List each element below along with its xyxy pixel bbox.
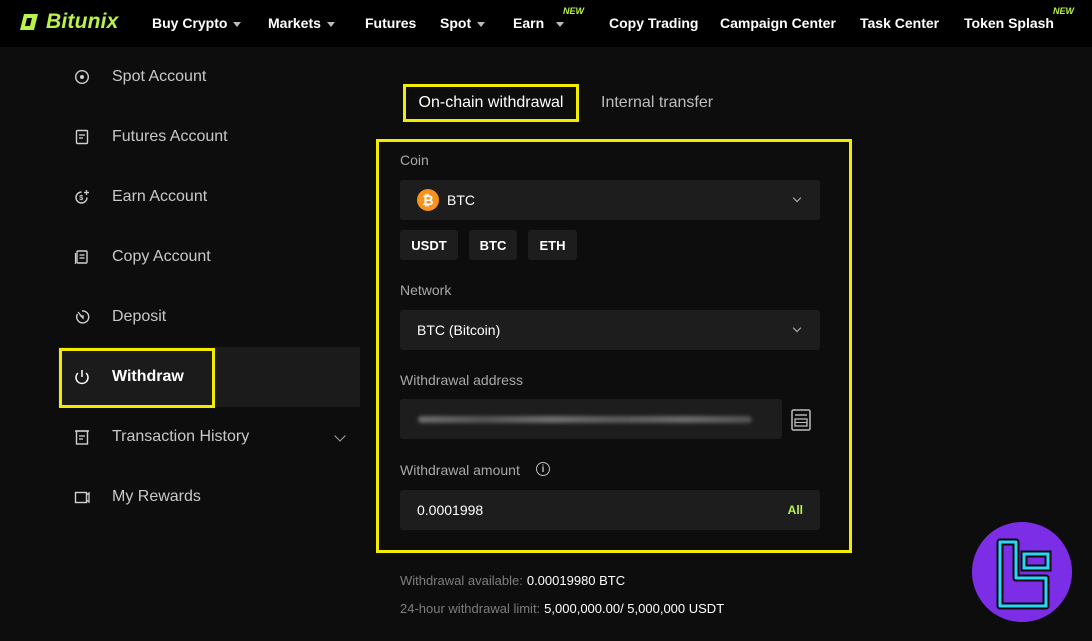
bitcoin-icon: ₿ bbox=[417, 189, 439, 211]
sidebar-item-label: Copy Account bbox=[112, 248, 211, 265]
top-navigation-bar: Bitunix Buy Crypto Markets Futures Spot … bbox=[0, 0, 1092, 47]
nav-token-splash[interactable]: Token Splash bbox=[964, 15, 1054, 31]
sidebar-item-copy-account[interactable]: Copy Account bbox=[58, 227, 360, 287]
network-select-value: BTC (Bitcoin) bbox=[417, 322, 501, 338]
quick-coin-btc[interactable]: BTC bbox=[469, 230, 517, 260]
sidebar-item-label: Spot Account bbox=[112, 68, 207, 85]
nav-label: Campaign Center bbox=[720, 15, 836, 31]
nav-campaign-center[interactable]: Campaign Center bbox=[720, 15, 836, 31]
withdrawal-address-input[interactable] bbox=[400, 399, 782, 439]
withdrawal-limit-label: 24-hour withdrawal limit: bbox=[400, 601, 541, 616]
deposit-icon bbox=[76, 310, 90, 324]
quick-coin-eth[interactable]: ETH bbox=[528, 230, 577, 260]
tab-on-chain-withdrawal[interactable]: On-chain withdrawal bbox=[403, 84, 579, 122]
withdrawal-amount-input[interactable]: 0.0001998 All bbox=[400, 490, 820, 530]
bitunix-logo[interactable]: Bitunix bbox=[18, 10, 119, 34]
caret-down-icon bbox=[556, 21, 565, 27]
sidebar-item-label: Earn Account bbox=[112, 188, 208, 205]
caret-down-icon bbox=[477, 21, 486, 27]
coin-label: Coin bbox=[400, 152, 429, 168]
nav-label: Markets bbox=[268, 15, 321, 31]
sidebar-item-deposit[interactable]: Deposit bbox=[58, 287, 360, 347]
sidebar-item-label: Deposit bbox=[112, 308, 167, 325]
chevron-down-icon[interactable] bbox=[334, 430, 346, 442]
nav-label: Earn bbox=[513, 15, 545, 31]
svg-text:$: $ bbox=[79, 195, 83, 202]
coin-plus-icon: $ bbox=[75, 190, 89, 204]
nav-markets[interactable]: Markets bbox=[268, 15, 335, 31]
all-amount-button[interactable]: All bbox=[788, 503, 803, 517]
new-badge: NEW bbox=[563, 6, 584, 16]
nav-copy-trading[interactable]: Copy Trading bbox=[609, 15, 698, 31]
nav-label: Futures bbox=[365, 15, 417, 31]
tradingfinder-badge-icon bbox=[972, 522, 1072, 622]
withdrawal-address-label: Withdrawal address bbox=[400, 372, 523, 388]
sidebar-item-label: Transaction History bbox=[112, 428, 250, 445]
sidebar-item-my-rewards[interactable]: My Rewards bbox=[58, 467, 360, 527]
nav-label: Token Splash bbox=[964, 15, 1054, 31]
sidebar-item-earn-account[interactable]: $ Earn Account bbox=[58, 167, 360, 227]
copy-icon bbox=[74, 250, 88, 264]
new-badge: NEW bbox=[1053, 6, 1074, 16]
withdrawal-available-row: Withdrawal available: 0.00019980 BTC bbox=[400, 573, 625, 588]
nav-label: Spot bbox=[440, 15, 472, 31]
withdrawal-available-label: Withdrawal available: bbox=[400, 573, 523, 588]
withdraw-highlight-frame bbox=[59, 348, 215, 408]
history-icon bbox=[75, 430, 89, 445]
nav-futures[interactable]: Futures bbox=[365, 15, 416, 31]
nav-label: Copy Trading bbox=[609, 15, 699, 31]
chevron-down-icon bbox=[792, 193, 802, 203]
sidebar-item-spot-account[interactable]: Spot Account bbox=[58, 47, 360, 107]
tab-internal-transfer[interactable]: Internal transfer bbox=[601, 94, 713, 112]
nav-earn[interactable]: Earn bbox=[513, 15, 565, 31]
withdrawal-limit-row: 24-hour withdrawal limit: 5,000,000.00/ 5… bbox=[400, 601, 724, 616]
logo-mark-icon bbox=[20, 14, 38, 30]
info-icon[interactable]: i bbox=[536, 462, 550, 476]
chevron-down-icon bbox=[792, 323, 802, 333]
target-icon bbox=[74, 69, 90, 85]
blurred-address-text bbox=[418, 416, 752, 423]
caret-down-icon bbox=[326, 21, 335, 27]
coin-select-value: BTC bbox=[447, 192, 475, 208]
caret-down-icon bbox=[233, 21, 242, 27]
withdrawal-amount-value: 0.0001998 bbox=[417, 502, 484, 518]
sidebar-item-transaction-history[interactable]: Transaction History bbox=[58, 407, 360, 467]
nav-label: Buy Crypto bbox=[152, 15, 228, 31]
quick-coin-usdt[interactable]: USDT bbox=[400, 230, 458, 260]
network-select[interactable]: BTC (Bitcoin) bbox=[400, 310, 820, 350]
document-icon bbox=[75, 129, 89, 145]
nav-buy-crypto[interactable]: Buy Crypto bbox=[152, 15, 242, 31]
address-book-icon[interactable] bbox=[791, 409, 811, 431]
coin-select[interactable]: ₿ BTC bbox=[400, 180, 820, 220]
withdrawal-limit-value: 5,000,000.00/ 5,000,000 USDT bbox=[544, 601, 725, 616]
sidebar-item-label: My Rewards bbox=[112, 488, 201, 505]
rewards-icon bbox=[74, 491, 90, 504]
nav-spot[interactable]: Spot bbox=[440, 15, 486, 31]
network-label: Network bbox=[400, 282, 452, 298]
sidebar-item-futures-account[interactable]: Futures Account bbox=[58, 107, 360, 167]
withdrawal-available-value: 0.00019980 BTC bbox=[526, 573, 626, 588]
nav-label: Task Center bbox=[860, 15, 940, 31]
sidebar-item-label: Futures Account bbox=[112, 128, 228, 145]
nav-task-center[interactable]: Task Center bbox=[860, 15, 939, 31]
logo-text: Bitunix bbox=[46, 10, 119, 33]
withdrawal-amount-label: Withdrawal amount bbox=[400, 462, 520, 478]
